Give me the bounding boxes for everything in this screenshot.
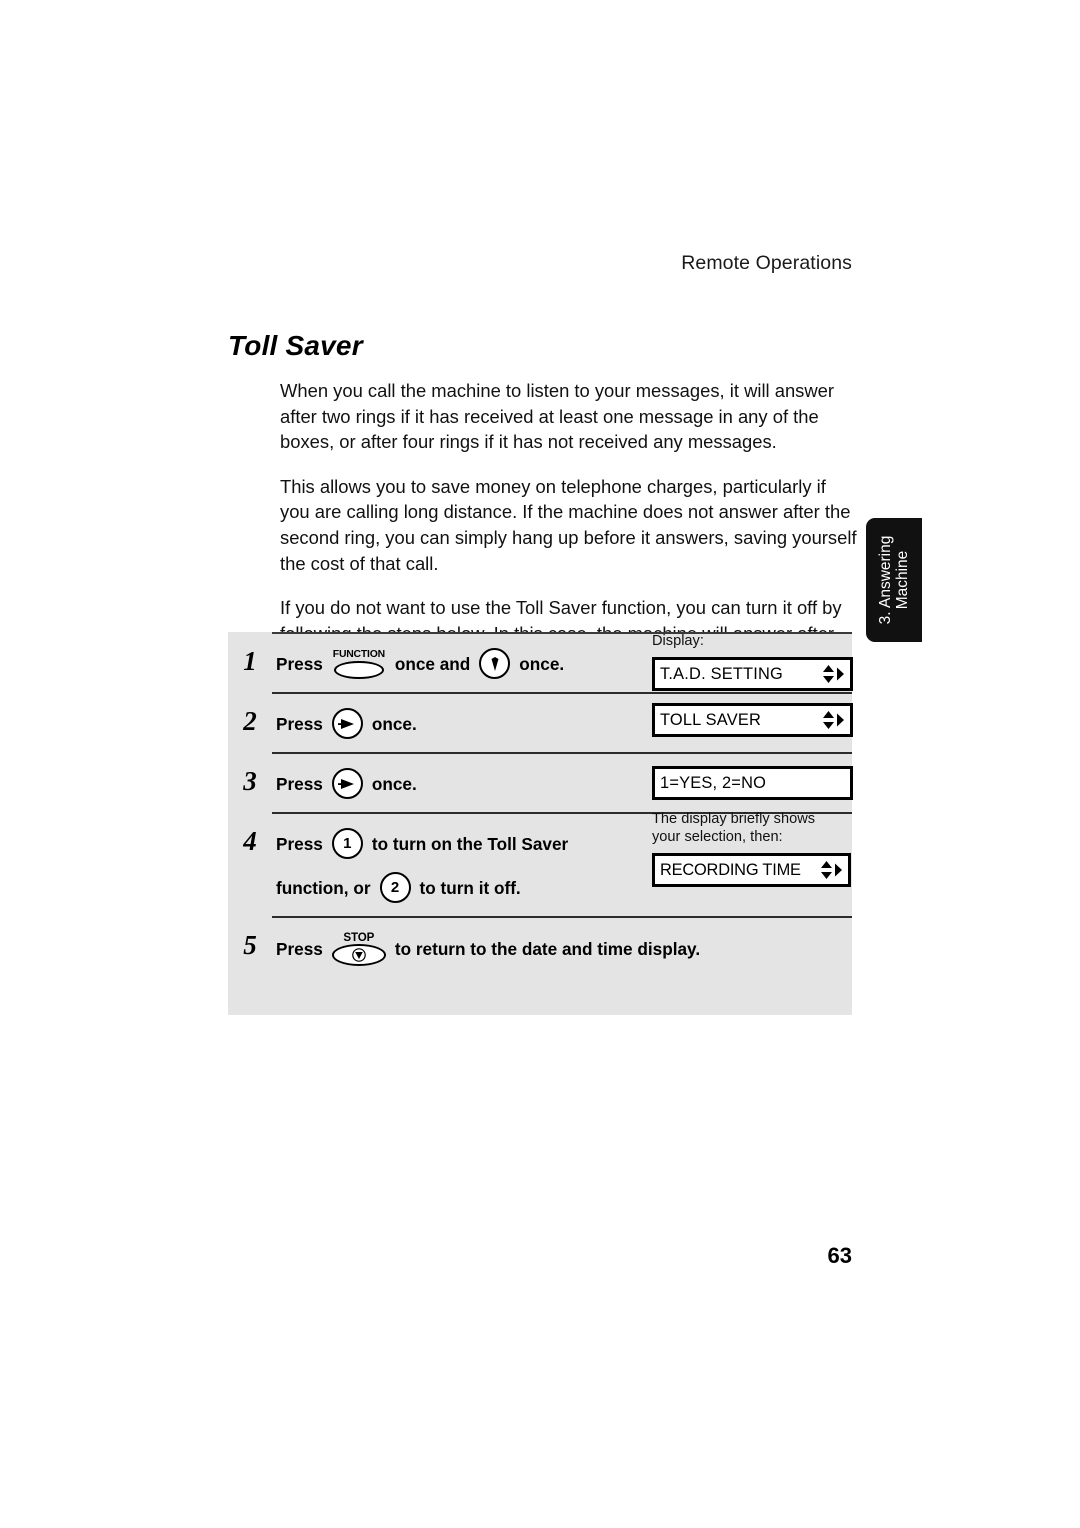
- numeric-key-1-icon[interactable]: 1: [331, 828, 363, 859]
- step-row: 4 Press 1 to turn on the Toll Saver function…: [228, 811, 852, 916]
- lcd-display-text: 1=YES, 2=NO: [660, 773, 767, 792]
- lcd-scroll-arrows-icon: [822, 710, 845, 730]
- step-text: to return to the date and time display.: [394, 939, 701, 959]
- step-instruction-line: Press STOP to return to the date and time …: [272, 932, 852, 966]
- step-number: 1: [243, 646, 257, 676]
- stop-key-label: STOP: [343, 931, 375, 944]
- lcd-scroll-arrows-icon: [822, 664, 845, 684]
- step-text: Press: [276, 939, 323, 959]
- numeric-key-2-icon[interactable]: 2: [379, 872, 411, 903]
- step-instruction: Press once. TOLL SAVER: [272, 694, 853, 752]
- running-head: Remote Operations: [681, 252, 852, 274]
- step-instruction: Press 1 to turn on the Toll Saver function,…: [272, 811, 852, 916]
- step-row: 3 Press once. 1=YES, 2=NO: [228, 754, 853, 812]
- right-arrow-key-icon[interactable]: [331, 708, 363, 739]
- step-number: 3: [243, 766, 257, 796]
- down-arrow-key-icon[interactable]: [479, 648, 511, 679]
- right-arrow-key-icon[interactable]: [331, 768, 363, 799]
- step-number: 4: [243, 826, 257, 856]
- steps-panel-footer-space: [228, 979, 852, 1015]
- side-tab-line-1: 3. Answering: [877, 535, 894, 625]
- function-key-label: FUNCTION: [332, 648, 385, 660]
- step-text: once.: [519, 653, 565, 674]
- stop-key-cap: [331, 944, 386, 966]
- step-text: once.: [371, 773, 417, 794]
- display-column: 1=YES, 2=NO: [652, 766, 853, 800]
- lcd-display: 1=YES, 2=NO: [652, 766, 853, 800]
- display-column: The display briefly shows your selection…: [652, 810, 852, 887]
- lcd-display: RECORDING TIME: [652, 853, 851, 887]
- step-text: Press: [276, 833, 323, 854]
- lcd-display-text: RECORDING TIME: [660, 860, 801, 879]
- display-note: The display briefly shows your selection…: [652, 811, 816, 845]
- display-note: Display:: [652, 633, 704, 649]
- step-row: 5 Press STOP to return to the date and time…: [228, 918, 852, 979]
- lcd-scroll-arrows-icon: [820, 860, 843, 880]
- step-instruction: Press once. 1=YES, 2=NO: [272, 754, 853, 812]
- step-row: 2 Press once. TOLL SAVER: [228, 694, 853, 752]
- side-index-tab: 3. Answering Machine: [866, 518, 922, 642]
- function-key-icon[interactable]: FUNCTION: [330, 649, 388, 679]
- display-column: Display: T.A.D. SETTING: [652, 632, 853, 691]
- step-text: once.: [371, 713, 417, 734]
- paragraph-2: This allows you to save money on telepho…: [280, 475, 857, 574]
- side-tab-line-2: Machine: [894, 550, 911, 610]
- page-title: Toll Saver: [228, 330, 363, 361]
- lcd-display-text: T.A.D. SETTING: [660, 664, 784, 683]
- step-text: Press: [276, 713, 323, 734]
- function-key-cap: [333, 660, 384, 679]
- step-row: 1 Press FUNCTION once and once. Display: T.A.D…: [228, 632, 853, 692]
- side-index-tab-label: 3. Answering Machine: [877, 520, 911, 640]
- lcd-display-text: TOLL SAVER: [660, 710, 761, 729]
- step-number: 5: [243, 930, 257, 960]
- step-text: function, or: [276, 877, 371, 898]
- page-number: 63: [827, 1243, 852, 1268]
- display-column: TOLL SAVER: [652, 703, 853, 737]
- lcd-display: T.A.D. SETTING: [652, 657, 853, 691]
- step-text: once and: [394, 653, 471, 674]
- step-text: Press: [276, 773, 323, 794]
- step-number: 2: [243, 706, 257, 736]
- paragraph-1: When you call the machine to listen to y…: [280, 380, 835, 453]
- step-text: Press: [276, 653, 323, 674]
- step-text: to turn it off.: [419, 877, 521, 898]
- lcd-display: TOLL SAVER: [652, 703, 853, 737]
- stop-key-icon[interactable]: STOP: [331, 932, 387, 966]
- step-text: to turn on the Toll Saver: [371, 833, 569, 854]
- procedure-steps-panel: 1 Press FUNCTION once and once. Display: T.A.D…: [228, 632, 853, 1015]
- step-instruction: Press STOP to return to the date and time …: [272, 918, 852, 979]
- step-instruction: Press FUNCTION once and once. Display: T.A.D.…: [272, 632, 853, 692]
